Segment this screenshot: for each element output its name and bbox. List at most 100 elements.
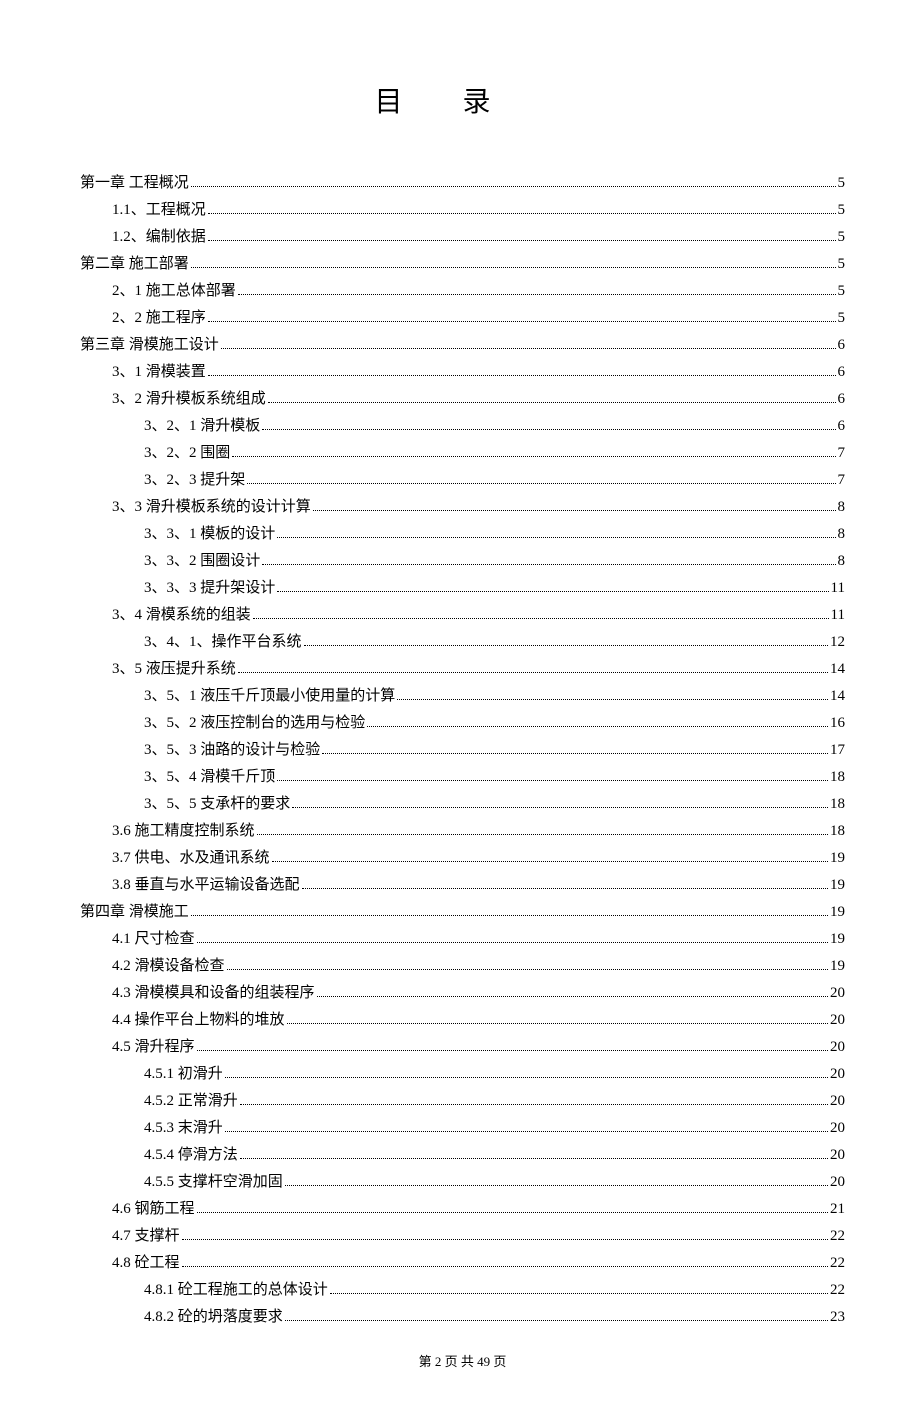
toc-entry-label: 3、5、4 滑模千斤顶 bbox=[144, 764, 275, 791]
toc-leader-dots bbox=[191, 267, 836, 268]
toc-entry: 3.8 垂直与水平运输设备选配19 bbox=[112, 872, 845, 899]
toc-leader-dots bbox=[240, 1104, 828, 1105]
toc-entry: 3、5、1 液压千斤顶最小使用量的计算14 bbox=[144, 683, 845, 710]
toc-entry: 3、5、4 滑模千斤顶 18 bbox=[144, 764, 845, 791]
toc-entry: 2、2 施工程序5 bbox=[112, 305, 845, 332]
toc-entry: 3、3 滑升模板系统的设计计算8 bbox=[112, 494, 845, 521]
toc-leader-dots bbox=[285, 1320, 828, 1321]
toc-leader-dots bbox=[272, 861, 828, 862]
toc-entry: 第一章 工程概况5 bbox=[80, 170, 845, 197]
toc-leader-dots bbox=[238, 294, 836, 295]
toc-entry-page: 7 bbox=[838, 467, 846, 494]
toc-entry-label: 4.5.1 初滑升 bbox=[144, 1061, 223, 1088]
toc-leader-dots bbox=[191, 915, 828, 916]
toc-entry: 3.6 施工精度控制系统18 bbox=[112, 818, 845, 845]
toc-entry-page: 18 bbox=[830, 818, 845, 845]
toc-entry-page: 19 bbox=[830, 926, 845, 953]
toc-entry-page: 14 bbox=[830, 683, 845, 710]
toc-leader-dots bbox=[287, 1023, 828, 1024]
toc-entry-page: 20 bbox=[830, 1034, 845, 1061]
toc-entry-page: 20 bbox=[830, 1088, 845, 1115]
toc-entry-page: 5 bbox=[838, 278, 846, 305]
toc-entry-page: 6 bbox=[838, 332, 846, 359]
toc-entry: 3、2 滑升模板系统组成6 bbox=[112, 386, 845, 413]
toc-leader-dots bbox=[238, 672, 828, 673]
toc-leader-dots bbox=[257, 834, 828, 835]
toc-entry-page: 8 bbox=[838, 548, 846, 575]
toc-leader-dots bbox=[277, 591, 828, 592]
toc-entry-page: 22 bbox=[830, 1277, 845, 1304]
toc-entry: 4.7 支撑杆 22 bbox=[112, 1223, 845, 1250]
toc-entry: 第二章 施工部署5 bbox=[80, 251, 845, 278]
toc-leader-dots bbox=[225, 1131, 828, 1132]
toc-leader-dots bbox=[197, 942, 828, 943]
toc-entry-page: 22 bbox=[830, 1250, 845, 1277]
toc-entry-label: 4.5.3 末滑升 bbox=[144, 1115, 223, 1142]
toc-entry-label: 3、3、2 围圈设计 bbox=[144, 548, 260, 575]
toc-entry: 3.7 供电、水及通讯系统19 bbox=[112, 845, 845, 872]
toc-leader-dots bbox=[302, 888, 828, 889]
toc-entry: 3、5、5 支承杆的要求18 bbox=[144, 791, 845, 818]
toc-entry: 4.1 尺寸检查 19 bbox=[112, 926, 845, 953]
toc-entry-label: 3、3、3 提升架设计 bbox=[144, 575, 275, 602]
toc-leader-dots bbox=[197, 1050, 828, 1051]
toc-entry-page: 19 bbox=[830, 899, 845, 926]
toc-entry: 3、3、1 模板的设计8 bbox=[144, 521, 845, 548]
toc-entry: 4.6 钢筋工程21 bbox=[112, 1196, 845, 1223]
toc-entry-page: 8 bbox=[838, 521, 846, 548]
toc-entry: 3、2、2 围圈7 bbox=[144, 440, 845, 467]
toc-leader-dots bbox=[208, 321, 836, 322]
toc-entry-page: 20 bbox=[830, 1061, 845, 1088]
toc-leader-dots bbox=[247, 483, 835, 484]
toc-entry-label: 4.3 滑模模具和设备的组装程序 bbox=[112, 980, 315, 1007]
toc-entry-page: 23 bbox=[830, 1304, 845, 1331]
toc-entry: 第四章 滑模施工 19 bbox=[80, 899, 845, 926]
toc-entry-label: 4.7 支撑杆 bbox=[112, 1223, 180, 1250]
toc-entry-label: 4.1 尺寸检查 bbox=[112, 926, 195, 953]
toc-entry: 4.8 砼工程22 bbox=[112, 1250, 845, 1277]
toc-entry-label: 3、2、3 提升架 bbox=[144, 467, 245, 494]
toc-entry-label: 2、1 施工总体部署 bbox=[112, 278, 236, 305]
toc-entry-page: 6 bbox=[838, 386, 846, 413]
toc-entry-label: 4.8.2 砼的坍落度要求 bbox=[144, 1304, 283, 1331]
toc-entry-page: 19 bbox=[830, 872, 845, 899]
toc-entry: 3、2、3 提升架 7 bbox=[144, 467, 845, 494]
toc-leader-dots bbox=[292, 807, 828, 808]
toc-entry: 3、3、3 提升架设计 11 bbox=[144, 575, 845, 602]
toc-leader-dots bbox=[367, 726, 828, 727]
toc-leader-dots bbox=[182, 1239, 828, 1240]
toc-entry-label: 4.5 滑升程序 bbox=[112, 1034, 195, 1061]
toc-entry-label: 4.6 钢筋工程 bbox=[112, 1196, 195, 1223]
toc-entry: 3、4、1、操作平台系统12 bbox=[144, 629, 845, 656]
toc-entry-page: 20 bbox=[830, 1169, 845, 1196]
toc-entry: 1.1、工程概况 5 bbox=[112, 197, 845, 224]
toc-entry: 3、5、3 油路的设计与检验17 bbox=[144, 737, 845, 764]
toc-leader-dots bbox=[317, 996, 828, 997]
toc-entry-page: 20 bbox=[830, 1007, 845, 1034]
toc-entry-page: 8 bbox=[838, 494, 846, 521]
toc-entry-label: 3、2、1 滑升模板 bbox=[144, 413, 260, 440]
toc-entry: 3、2、1 滑升模板6 bbox=[144, 413, 845, 440]
toc-entry-label: 3、4 滑模系统的组装 bbox=[112, 602, 251, 629]
toc-entry-page: 19 bbox=[830, 953, 845, 980]
toc-entry-page: 20 bbox=[830, 980, 845, 1007]
toc-entry: 1.2、编制依据5 bbox=[112, 224, 845, 251]
toc-entry: 4.5.4 停滑方法20 bbox=[144, 1142, 845, 1169]
toc-entry-page: 18 bbox=[830, 764, 845, 791]
toc-entry-page: 22 bbox=[830, 1223, 845, 1250]
toc-entry-label: 第一章 工程概况 bbox=[80, 170, 189, 197]
toc-entry: 4.2 滑模设备检查19 bbox=[112, 953, 845, 980]
toc-entry-label: 1.1、工程概况 bbox=[112, 197, 206, 224]
toc-entry-label: 3、2、2 围圈 bbox=[144, 440, 230, 467]
toc-container: 第一章 工程概况51.1、工程概况51.2、编制依据5第二章 施工部署52、1 … bbox=[80, 170, 845, 1331]
toc-entry-label: 4.4 操作平台上物料的堆放 bbox=[112, 1007, 285, 1034]
toc-entry-page: 5 bbox=[838, 197, 846, 224]
toc-entry: 4.3 滑模模具和设备的组装程序 20 bbox=[112, 980, 845, 1007]
toc-entry: 3、5、2 液压控制台的选用与检验16 bbox=[144, 710, 845, 737]
toc-entry-page: 11 bbox=[831, 575, 845, 602]
toc-entry-page: 6 bbox=[838, 359, 846, 386]
toc-entry-label: 第四章 滑模施工 bbox=[80, 899, 189, 926]
toc-leader-dots bbox=[262, 429, 835, 430]
toc-entry-label: 3、5、3 油路的设计与检验 bbox=[144, 737, 320, 764]
toc-entry-page: 5 bbox=[838, 251, 846, 278]
